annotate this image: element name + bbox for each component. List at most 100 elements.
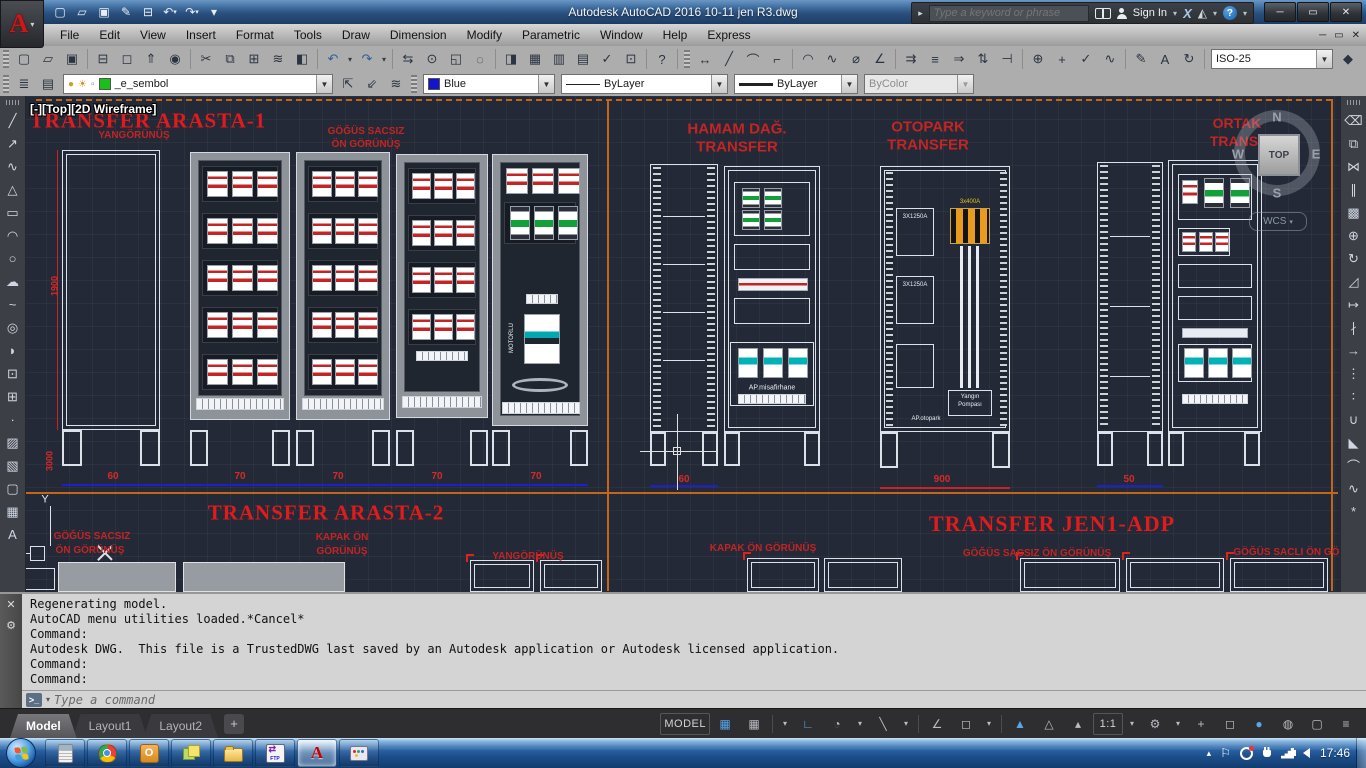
command-input[interactable]: Type a command [54, 693, 155, 707]
plot-button[interactable]: ⊟ [91, 48, 115, 70]
tray-volume[interactable] [1303, 748, 1310, 758]
isodraft-menu[interactable]: ▾ [898, 713, 914, 735]
taskbar-autocad[interactable]: A [297, 739, 337, 767]
drawing-canvas[interactable]: TRANSFER ARASTA-1TRANSFER ARASTA-2TRANSF… [0, 96, 1366, 592]
quick-dimension-button[interactable]: ⇉ [899, 48, 923, 70]
ellipse-icon[interactable]: ◎ [2, 316, 24, 339]
open-button[interactable]: ▱ [36, 48, 60, 70]
break-at-point-icon[interactable]: ⋮ [1343, 362, 1365, 385]
fillet-icon[interactable]: ⌒ [1343, 454, 1365, 477]
menu-express[interactable]: Express [697, 26, 760, 44]
menu-edit[interactable]: Edit [89, 26, 130, 44]
menu-view[interactable]: View [130, 26, 176, 44]
minimize-button[interactable]: ─ [1264, 2, 1296, 22]
a360-icon[interactable]: ◭ [1198, 6, 1207, 20]
point-icon[interactable]: ∙ [2, 408, 24, 431]
ortho-toggle[interactable]: ∟ [794, 713, 822, 735]
move-icon[interactable]: ⊕ [1343, 224, 1365, 247]
dim-break-button[interactable]: ⊣ [995, 48, 1019, 70]
zoom-window-button[interactable]: ◱ [444, 48, 468, 70]
viewcube-top-face[interactable]: TOP [1258, 134, 1300, 176]
mirror-icon[interactable]: ⋈ [1343, 155, 1365, 178]
block-editor-button[interactable]: ◧ [290, 48, 314, 70]
taskbar-clock[interactable]: 17:46 [1314, 746, 1356, 760]
markup-set-manager-button[interactable]: ✓ [595, 48, 619, 70]
doc-minimize[interactable]: ─ [1319, 30, 1326, 41]
a360-menu-icon[interactable]: ▾ [1213, 9, 1217, 18]
dim-text-edit-button[interactable]: A [1153, 48, 1177, 70]
save-button[interactable]: ▣ [60, 48, 84, 70]
explode-icon[interactable]: * [1343, 500, 1365, 523]
snap-menu[interactable]: ▾ [777, 713, 793, 735]
linetype-combo[interactable]: ByLayer ▼ [561, 74, 728, 94]
lineweight-combo[interactable]: ByLayer ▼ [734, 74, 858, 94]
dim-angular-button[interactable]: ∠ [868, 48, 892, 70]
tray-show-hidden-icons[interactable]: ▴ [1207, 748, 1212, 759]
lineweight-combo-arrow[interactable]: ▼ [841, 75, 857, 93]
dim-update-button[interactable]: ↻ [1177, 48, 1201, 70]
layer-states-button[interactable]: ▤ [36, 73, 60, 95]
workspace-menu[interactable]: ▾ [1170, 713, 1186, 735]
redo-menu-icon[interactable]: ▾ [379, 49, 389, 69]
show-desktop-button[interactable] [1356, 738, 1366, 768]
start-button[interactable] [6, 738, 36, 768]
erase-icon[interactable]: ⌫ [1343, 109, 1365, 132]
design-center-button[interactable]: ▦ [523, 48, 547, 70]
customization[interactable]: ≡ [1332, 713, 1360, 735]
annotation-scale[interactable]: 1:1 [1093, 713, 1123, 735]
annotation-scale-icon[interactable]: ▴ [1064, 713, 1092, 735]
qat-redo-menu-icon[interactable]: ▾ [195, 8, 199, 16]
isolate-objects[interactable]: ◍ [1274, 713, 1302, 735]
stretch-icon[interactable]: ↦ [1343, 293, 1365, 316]
menu-window[interactable]: Window [590, 26, 653, 44]
tab-model[interactable]: Model [10, 714, 77, 738]
dim-ordinate-button[interactable]: ⌐ [765, 48, 789, 70]
viewcube-west[interactable]: W [1232, 147, 1244, 162]
dim-style-combo-arrow[interactable]: ▼ [1316, 50, 1332, 68]
quick-properties[interactable]: ◻ [1216, 713, 1244, 735]
toolbar-grip[interactable] [684, 50, 690, 68]
revision-cloud-icon[interactable]: ☁ [2, 270, 24, 293]
offset-icon[interactable]: ∥ [1343, 178, 1365, 201]
annotation-scale-menu[interactable]: ▾ [1124, 713, 1140, 735]
trim-icon[interactable]: ∤ [1343, 316, 1365, 339]
snap-toggle[interactable]: ▦ [740, 713, 768, 735]
command-prompt-icon[interactable]: >_ [26, 693, 42, 707]
new-layout-button[interactable]: + [224, 714, 244, 734]
join-icon[interactable]: ∪ [1343, 408, 1365, 431]
center-mark-button[interactable]: + [1050, 48, 1074, 70]
break-icon[interactable]: ∶ [1343, 385, 1365, 408]
gradient-icon[interactable]: ▧ [2, 454, 24, 477]
viewcube-south[interactable]: S [1273, 186, 1282, 201]
spline-icon[interactable]: ~ [2, 293, 24, 316]
dim-baseline-button[interactable]: ≡ [923, 48, 947, 70]
dim-style-combo[interactable]: ISO-25▼ [1211, 49, 1333, 69]
taskbar-chrome[interactable] [87, 739, 127, 767]
dim-linear-button[interactable]: ↔ [693, 48, 717, 70]
qat-plot[interactable]: ⊟ [138, 3, 158, 21]
color-combo[interactable]: Blue ▼ [423, 74, 555, 94]
insert-block-icon[interactable]: ⊡ [2, 362, 24, 385]
qat-undo[interactable]: ↶▾ [160, 3, 180, 21]
match-properties-button[interactable]: ≋ [266, 48, 290, 70]
dim-jogged-linear-button[interactable]: ∿ [1098, 48, 1122, 70]
osnap-toggle[interactable]: ◻ [952, 713, 980, 735]
zoom-previous-button[interactable]: ◌ [468, 48, 492, 70]
taskbar-calculator[interactable] [45, 739, 85, 767]
osnap-menu[interactable]: ▾ [981, 713, 997, 735]
extend-icon[interactable]: → [1343, 339, 1365, 362]
annotation-autoscale[interactable]: △ [1035, 713, 1063, 735]
quickcalc-button[interactable]: ⊡ [619, 48, 643, 70]
dim-radius-button[interactable]: ◠ [796, 48, 820, 70]
sheet-set-manager-button[interactable]: ▤ [571, 48, 595, 70]
taskbar-paint[interactable] [339, 739, 379, 767]
taskbar-ftp-client[interactable]: FTP [255, 739, 295, 767]
doc-restore[interactable]: ▭ [1334, 30, 1343, 41]
exchange-apps-icon[interactable]: X [1183, 6, 1192, 21]
polar-toggle[interactable]: ◔ [823, 713, 851, 735]
ellipse-arc-icon[interactable]: ◗ [2, 339, 24, 362]
make-object-layer-current-button[interactable]: ⇱ [336, 73, 360, 95]
multiline-text-icon[interactable]: A [2, 523, 24, 546]
tab-layout1[interactable]: Layout1 [73, 714, 148, 738]
help-button[interactable]: ? [650, 48, 674, 70]
